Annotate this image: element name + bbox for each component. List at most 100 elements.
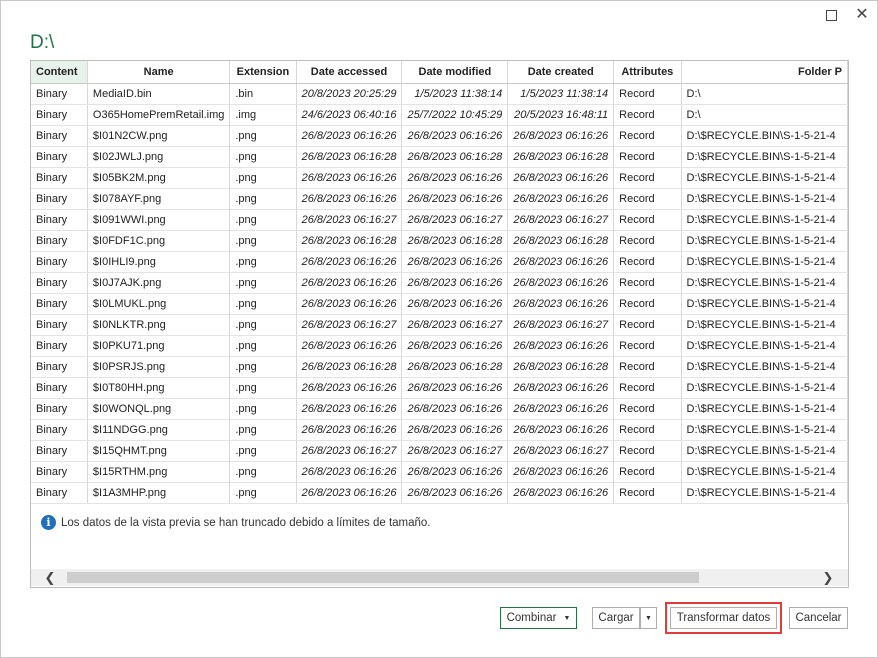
cell-date-modified: 26/8/2023 06:16:26 — [401, 293, 509, 315]
cell-content[interactable]: Binary — [31, 398, 88, 420]
cell-date-created: 26/8/2023 06:16:26 — [507, 125, 615, 147]
table-row[interactable]: Binary $I0T80HH.png .png 26/8/2023 06:16:26… — [31, 377, 848, 399]
scrollbar-thumb[interactable] — [67, 572, 699, 583]
cell-folder-path: D:\$RECYCLE.BIN\S-1-5-21-4 — [681, 335, 848, 357]
table-row[interactable]: Binary $I11NDGG.png .png 26/8/2023 06:16:26… — [31, 419, 848, 441]
cell-content[interactable]: Binary — [31, 335, 88, 357]
horizontal-scrollbar[interactable]: ❮ ❯ — [31, 569, 848, 586]
close-icon[interactable]: ✕ — [851, 5, 873, 25]
table-row[interactable]: Binary $I1A3MHP.png .png 26/8/2023 06:16:26… — [31, 482, 848, 504]
cell-content[interactable]: Binary — [31, 440, 88, 462]
cell-date-accessed: 26/8/2023 06:16:28 — [296, 356, 403, 378]
cell-folder-path: D:\ — [681, 83, 848, 105]
table-row[interactable]: Binary $I0PKU71.png .png 26/8/2023 06:16:26… — [31, 335, 848, 357]
table-row[interactable]: Binary $I02JWLJ.png .png 26/8/2023 06:16:28… — [31, 146, 848, 168]
cell-content[interactable]: Binary — [31, 251, 88, 273]
cell-date-created: 26/8/2023 06:16:26 — [507, 335, 615, 357]
cell-content[interactable]: Binary — [31, 230, 88, 252]
scroll-right-icon[interactable]: ❯ — [819, 569, 837, 586]
cell-content[interactable]: Binary — [31, 188, 88, 210]
cell-extension: .png — [229, 461, 297, 483]
cell-content[interactable]: Binary — [31, 104, 88, 126]
cell-extension: .png — [229, 209, 297, 231]
cargar-dropdown-icon[interactable]: ▼ — [640, 607, 657, 629]
cell-attributes: Record — [613, 461, 682, 483]
cell-name: $I02JWLJ.png — [87, 146, 231, 168]
cell-name: $I0J7AJK.png — [87, 272, 231, 294]
navigator-dialog: ✕ D:\ Content Name Extension Date accessed D… — [0, 0, 878, 658]
cell-attributes: Record — [613, 482, 682, 504]
cell-name: $I0LMUKL.png — [87, 293, 231, 315]
maximize-icon[interactable] — [820, 5, 842, 25]
cell-content[interactable]: Binary — [31, 209, 88, 231]
table-row[interactable]: Binary $I0NLKTR.png .png 26/8/2023 06:16:27… — [31, 314, 848, 336]
table-row[interactable]: Binary $I0PSRJS.png .png 26/8/2023 06:16:28… — [31, 356, 848, 378]
cell-content[interactable]: Binary — [31, 314, 88, 336]
cell-content[interactable]: Binary — [31, 356, 88, 378]
table-row[interactable]: Binary O365HomePremRetail.img .img 24/6/202… — [31, 104, 848, 126]
table-row[interactable]: Binary $I15RTHM.png .png 26/8/2023 06:16:26… — [31, 461, 848, 483]
cell-content[interactable]: Binary — [31, 146, 88, 168]
table-row[interactable]: Binary $I15QHMT.png .png 26/8/2023 06:16:27… — [31, 440, 848, 462]
column-header-date-created[interactable]: Date created — [507, 61, 615, 84]
table-row[interactable]: Binary $I05BK2M.png .png 26/8/2023 06:16:26… — [31, 167, 848, 189]
cell-attributes: Record — [613, 230, 682, 252]
table-row[interactable]: Binary MediaID.bin .bin 20/8/2023 20:25:29 1… — [31, 83, 848, 105]
chevron-down-icon: ▼ — [563, 614, 571, 622]
cell-content[interactable]: Binary — [31, 419, 88, 441]
cell-attributes: Record — [613, 146, 682, 168]
cell-content[interactable]: Binary — [31, 377, 88, 399]
cell-name: $I0FDF1C.png — [87, 230, 231, 252]
cell-date-modified: 26/8/2023 06:16:26 — [401, 167, 509, 189]
column-header-content[interactable]: Content — [31, 61, 88, 84]
table-row[interactable]: Binary $I0J7AJK.png .png 26/8/2023 06:16:26… — [31, 272, 848, 294]
cargar-button[interactable]: Cargar — [592, 607, 640, 629]
cell-extension: .png — [229, 188, 297, 210]
cell-name: $I0PSRJS.png — [87, 356, 231, 378]
cell-date-accessed: 26/8/2023 06:16:26 — [296, 482, 403, 504]
cell-folder-path: D:\$RECYCLE.BIN\S-1-5-21-4 — [681, 419, 848, 441]
table-row[interactable]: Binary $I0WONQL.png .png 26/8/2023 06:16:26… — [31, 398, 848, 420]
column-header-name[interactable]: Name — [87, 61, 231, 84]
cell-name: $I091WWI.png — [87, 209, 231, 231]
column-header-date-modified[interactable]: Date modified — [401, 61, 509, 84]
cell-date-accessed: 24/6/2023 06:40:16 — [296, 104, 403, 126]
column-header-date-accessed[interactable]: Date accessed — [296, 61, 403, 84]
cell-date-accessed: 26/8/2023 06:16:26 — [296, 419, 403, 441]
combinar-button[interactable]: Combinar ▼ — [500, 607, 577, 629]
cell-extension: .png — [229, 440, 297, 462]
cell-attributes: Record — [613, 167, 682, 189]
cell-extension: .png — [229, 314, 297, 336]
cell-folder-path: D:\$RECYCLE.BIN\S-1-5-21-4 — [681, 251, 848, 273]
cell-extension: .bin — [229, 83, 297, 105]
cell-content[interactable]: Binary — [31, 482, 88, 504]
cell-content[interactable]: Binary — [31, 167, 88, 189]
transformar-datos-button[interactable]: Transformar datos — [670, 607, 777, 629]
cell-date-modified: 26/8/2023 06:16:28 — [401, 356, 509, 378]
table-row[interactable]: Binary $I091WWI.png .png 26/8/2023 06:16:27… — [31, 209, 848, 231]
cell-date-created: 26/8/2023 06:16:26 — [507, 167, 615, 189]
table-row[interactable]: Binary $I078AYF.png .png 26/8/2023 06:16:26… — [31, 188, 848, 210]
cell-date-accessed: 26/8/2023 06:16:27 — [296, 209, 403, 231]
cell-folder-path: D:\$RECYCLE.BIN\S-1-5-21-4 — [681, 188, 848, 210]
cell-name: $I11NDGG.png — [87, 419, 231, 441]
column-header-extension[interactable]: Extension — [229, 61, 297, 84]
cell-folder-path: D:\$RECYCLE.BIN\S-1-5-21-4 — [681, 440, 848, 462]
table-row[interactable]: Binary $I01N2CW.png .png 26/8/2023 06:16:26… — [31, 125, 848, 147]
cell-content[interactable]: Binary — [31, 461, 88, 483]
cell-content[interactable]: Binary — [31, 83, 88, 105]
table-row[interactable]: Binary $I0FDF1C.png .png 26/8/2023 06:16:28… — [31, 230, 848, 252]
notice-text: Los datos de la vista previa se han trun… — [61, 516, 431, 529]
column-header-attributes[interactable]: Attributes — [613, 61, 682, 84]
cell-attributes: Record — [613, 104, 682, 126]
column-header-folder-path[interactable]: Folder P — [681, 61, 848, 84]
cancelar-button[interactable]: Cancelar — [789, 607, 848, 629]
cell-date-accessed: 26/8/2023 06:16:26 — [296, 188, 403, 210]
table-row[interactable]: Binary $I0LMUKL.png .png 26/8/2023 06:16:26… — [31, 293, 848, 315]
table-row[interactable]: Binary $I0IHLI9.png .png 26/8/2023 06:16:26… — [31, 251, 848, 273]
cell-content[interactable]: Binary — [31, 125, 88, 147]
cell-date-modified: 26/8/2023 06:16:26 — [401, 419, 509, 441]
scroll-left-icon[interactable]: ❮ — [41, 569, 59, 586]
cell-content[interactable]: Binary — [31, 293, 88, 315]
cell-content[interactable]: Binary — [31, 272, 88, 294]
